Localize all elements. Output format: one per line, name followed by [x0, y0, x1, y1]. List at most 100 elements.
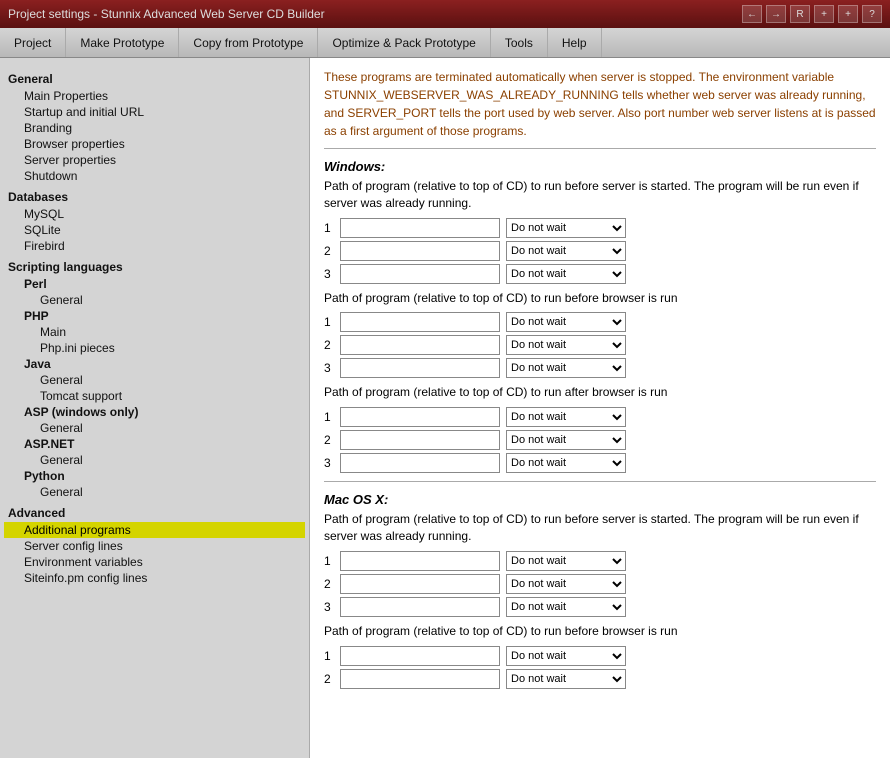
windows-before-browser-select-2[interactable]: Do not waitWaitWait for exit [506, 335, 626, 355]
row-num-b2: 2 [324, 338, 340, 352]
windows-before-browser-row-2: 2 Do not waitWaitWait for exit [324, 335, 876, 355]
sidebar-item-php[interactable]: PHP [4, 308, 305, 324]
sidebar-item-siteinfo[interactable]: Siteinfo.pm config lines [4, 570, 305, 586]
macos-before-server-desc: Path of program (relative to top of CD) … [324, 511, 876, 545]
windows-after-browser-select-1[interactable]: Do not waitWaitWait for exit [506, 407, 626, 427]
sidebar-item-php-main[interactable]: Main [4, 324, 305, 340]
extra-button[interactable]: + [838, 5, 858, 23]
menu-tools[interactable]: Tools [491, 28, 548, 57]
windows-after-browser-input-2[interactable] [340, 430, 500, 450]
title-bar: Project settings - Stunnix Advanced Web … [0, 0, 890, 28]
menu-project[interactable]: Project [0, 28, 66, 57]
group-general: General [4, 70, 305, 88]
menu-copy-from-prototype[interactable]: Copy from Prototype [179, 28, 318, 57]
row-num-m3: 3 [324, 600, 340, 614]
sidebar-item-server-config[interactable]: Server config lines [4, 538, 305, 554]
help-button[interactable]: ? [862, 5, 882, 23]
sidebar-item-perl-general[interactable]: General [4, 292, 305, 308]
windows-after-browser-desc: Path of program (relative to top of CD) … [324, 384, 876, 401]
windows-after-browser-select-2[interactable]: Do not waitWaitWait for exit [506, 430, 626, 450]
sidebar-item-main-properties[interactable]: Main Properties [4, 88, 305, 104]
sidebar-item-env-vars[interactable]: Environment variables [4, 554, 305, 570]
macos-before-browser-desc: Path of program (relative to top of CD) … [324, 623, 876, 640]
macos-before-browser-input-2[interactable] [340, 669, 500, 689]
refresh-button[interactable]: R [790, 5, 810, 23]
main-layout: General Main Properties Startup and init… [0, 58, 890, 758]
sidebar-item-server-properties[interactable]: Server properties [4, 152, 305, 168]
macos-title: Mac OS X: [324, 492, 876, 507]
windows-before-server-desc: Path of program (relative to top of CD) … [324, 178, 876, 212]
windows-before-server-row-1: 1 Do not waitWaitWait for exit [324, 218, 876, 238]
sidebar-item-php-ini[interactable]: Php.ini pieces [4, 340, 305, 356]
windows-before-browser-input-1[interactable] [340, 312, 500, 332]
macos-before-browser-select-1[interactable]: Do not waitWaitWait for exit [506, 646, 626, 666]
row-num-1: 1 [324, 221, 340, 235]
windows-before-browser-input-2[interactable] [340, 335, 500, 355]
sidebar: General Main Properties Startup and init… [0, 58, 310, 758]
macos-before-server-select-1[interactable]: Do not waitWaitWait for exit [506, 551, 626, 571]
sidebar-item-sqlite[interactable]: SQLite [4, 222, 305, 238]
menu-help[interactable]: Help [548, 28, 602, 57]
sidebar-item-java-general[interactable]: General [4, 372, 305, 388]
macos-before-server-row-2: 2 Do not waitWaitWait for exit [324, 574, 876, 594]
sidebar-item-perl[interactable]: Perl [4, 276, 305, 292]
macos-before-browser-select-2[interactable]: Do not waitWaitWait for exit [506, 669, 626, 689]
windows-before-server-select-3[interactable]: Do not waitWaitWait for exit [506, 264, 626, 284]
macos-before-server-input-3[interactable] [340, 597, 500, 617]
windows-before-server-select-2[interactable]: Do not waitWaitWait for exit [506, 241, 626, 261]
sidebar-item-java[interactable]: Java [4, 356, 305, 372]
row-num-mb1: 1 [324, 649, 340, 663]
macos-before-server-select-3[interactable]: Do not waitWaitWait for exit [506, 597, 626, 617]
sidebar-item-asp-general[interactable]: General [4, 420, 305, 436]
windows-before-browser-input-3[interactable] [340, 358, 500, 378]
macos-before-browser-input-1[interactable] [340, 646, 500, 666]
windows-before-browser-desc: Path of program (relative to top of CD) … [324, 290, 876, 307]
row-num-c2: 2 [324, 433, 340, 447]
sidebar-item-asp[interactable]: ASP (windows only) [4, 404, 305, 420]
windows-before-server-select-1[interactable]: Do not waitWaitWait for exit [506, 218, 626, 238]
add-button[interactable]: + [814, 5, 834, 23]
menu-bar: Project Make Prototype Copy from Prototy… [0, 28, 890, 58]
nav-back-button[interactable]: ← [742, 5, 762, 23]
window-title: Project settings - Stunnix Advanced Web … [8, 7, 325, 21]
sidebar-item-python-general[interactable]: General [4, 484, 305, 500]
sidebar-item-python[interactable]: Python [4, 468, 305, 484]
row-num-c3: 3 [324, 456, 340, 470]
menu-optimize-pack[interactable]: Optimize & Pack Prototype [318, 28, 490, 57]
sidebar-item-aspnet[interactable]: ASP.NET [4, 436, 305, 452]
sidebar-item-aspnet-general[interactable]: General [4, 452, 305, 468]
windows-before-server-row-2: 2 Do not waitWaitWait for exit [324, 241, 876, 261]
macos-before-browser-row-2: 2 Do not waitWaitWait for exit [324, 669, 876, 689]
macos-before-server-row-1: 1 Do not waitWaitWait for exit [324, 551, 876, 571]
row-num-c1: 1 [324, 410, 340, 424]
windows-title: Windows: [324, 159, 876, 174]
macos-before-server-select-2[interactable]: Do not waitWaitWait for exit [506, 574, 626, 594]
windows-before-server-row-3: 3 Do not waitWaitWait for exit [324, 264, 876, 284]
windows-before-browser-select-3[interactable]: Do not waitWaitWait for exit [506, 358, 626, 378]
group-databases: Databases [4, 188, 305, 206]
sidebar-item-branding[interactable]: Branding [4, 120, 305, 136]
sidebar-item-startup[interactable]: Startup and initial URL [4, 104, 305, 120]
windows-before-server-input-1[interactable] [340, 218, 500, 238]
menu-make-prototype[interactable]: Make Prototype [66, 28, 179, 57]
sidebar-item-additional-programs[interactable]: Additional programs [4, 522, 305, 538]
macos-before-server-row-3: 3 Do not waitWaitWait for exit [324, 597, 876, 617]
macos-before-server-input-2[interactable] [340, 574, 500, 594]
windows-after-browser-input-1[interactable] [340, 407, 500, 427]
windows-before-browser-select-1[interactable]: Do not waitWaitWait for exit [506, 312, 626, 332]
sidebar-item-browser-properties[interactable]: Browser properties [4, 136, 305, 152]
sidebar-item-mysql[interactable]: MySQL [4, 206, 305, 222]
windows-before-server-input-3[interactable] [340, 264, 500, 284]
row-num-3: 3 [324, 267, 340, 281]
row-num-m1: 1 [324, 554, 340, 568]
row-num-b3: 3 [324, 361, 340, 375]
windows-after-browser-select-3[interactable]: Do not waitWaitWait for exit [506, 453, 626, 473]
sidebar-item-shutdown[interactable]: Shutdown [4, 168, 305, 184]
nav-forward-button[interactable]: → [766, 5, 786, 23]
windows-before-server-input-2[interactable] [340, 241, 500, 261]
windows-after-browser-input-3[interactable] [340, 453, 500, 473]
macos-before-server-input-1[interactable] [340, 551, 500, 571]
sidebar-item-tomcat[interactable]: Tomcat support [4, 388, 305, 404]
group-advanced: Advanced [4, 504, 305, 522]
sidebar-item-firebird[interactable]: Firebird [4, 238, 305, 254]
